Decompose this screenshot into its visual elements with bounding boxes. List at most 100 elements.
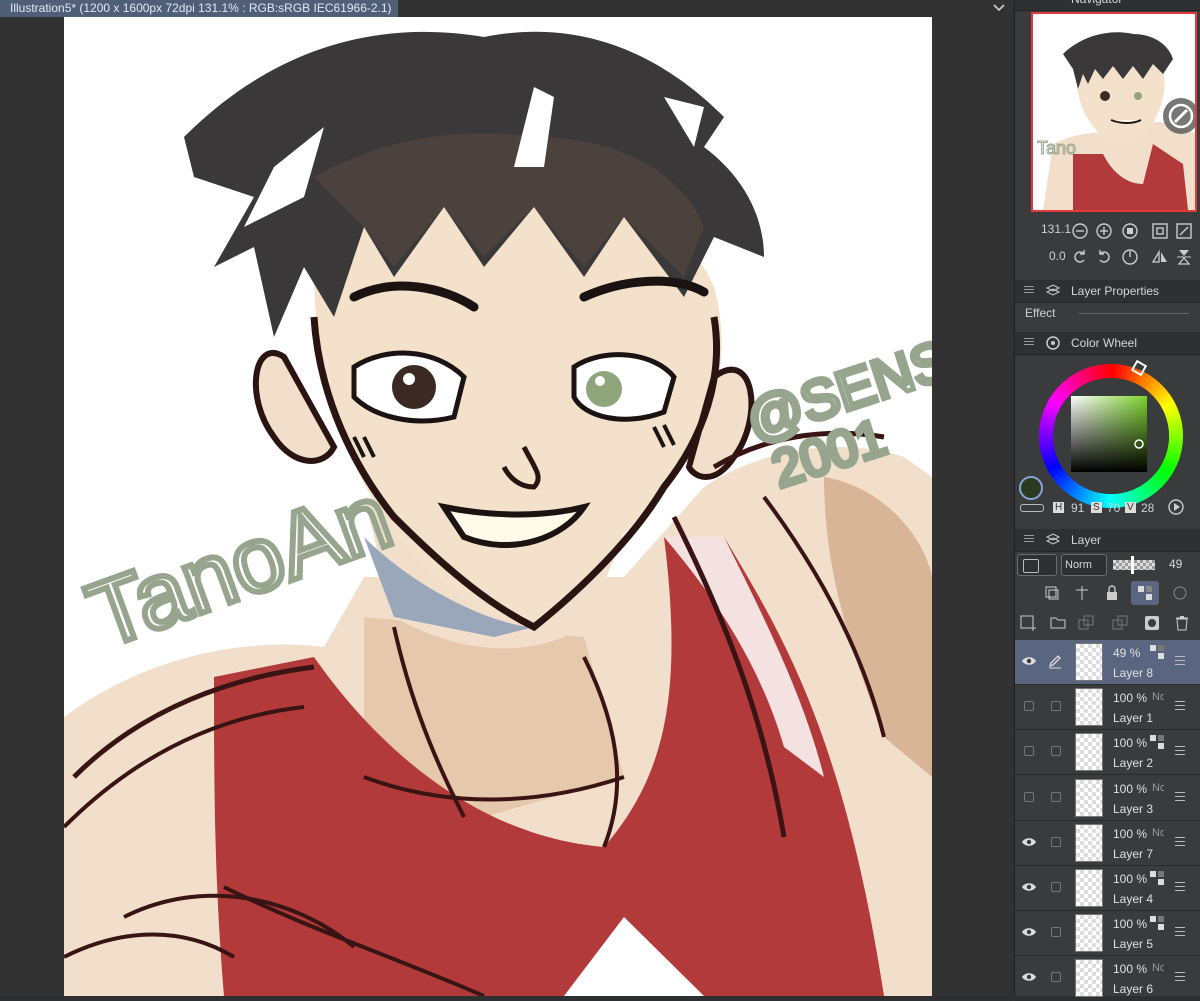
zoom-out-icon[interactable] <box>1071 222 1089 240</box>
layer-name[interactable]: Layer 2 <box>1113 756 1153 770</box>
palette-menu-icon[interactable] <box>1024 535 1034 543</box>
visibility-checkbox[interactable] <box>1024 746 1034 757</box>
lock-checkbox[interactable] <box>1051 791 1061 802</box>
swap-colors-icon[interactable] <box>1020 504 1044 512</box>
color-wheel-header[interactable]: Color Wheel <box>1015 332 1200 355</box>
layer-name[interactable]: Layer 3 <box>1113 802 1153 816</box>
flip-vertical-icon[interactable] <box>1175 248 1193 266</box>
editing-pen-icon[interactable] <box>1047 653 1063 669</box>
lock-checkbox[interactable] <box>1051 701 1061 712</box>
layer-name[interactable]: Layer 7 <box>1113 847 1153 861</box>
layer-thumbnail[interactable] <box>1075 959 1103 998</box>
layer-properties-header[interactable]: Layer Properties <box>1015 280 1200 303</box>
new-raster-layer-icon[interactable] <box>1019 614 1037 632</box>
illustration-canvas[interactable]: TanoAn @SENSE 2001 <box>64 17 932 996</box>
layer-row[interactable]: 100 % Layer 5 <box>1015 911 1200 957</box>
visibility-eye-icon[interactable] <box>1021 836 1037 848</box>
hue-ring[interactable] <box>1035 359 1187 512</box>
delete-layer-icon[interactable] <box>1173 614 1191 632</box>
zoom-value[interactable]: 131.1 <box>1041 222 1071 236</box>
color-wheel[interactable] <box>1035 359 1187 512</box>
layer-name[interactable]: Layer 6 <box>1113 982 1153 996</box>
layer-thumbnail[interactable] <box>1075 823 1103 862</box>
layer-row[interactable]: 100 % Layer 4 <box>1015 866 1200 911</box>
visibility-eye-icon[interactable] <box>1021 881 1037 893</box>
layer-row[interactable]: 100 % No Layer 1 <box>1015 685 1200 731</box>
chevron-down-icon[interactable] <box>991 0 1007 16</box>
layer-row[interactable]: 49 % Layer 8 <box>1015 640 1200 685</box>
lock-icon[interactable] <box>1103 584 1121 602</box>
v-value[interactable]: 28 <box>1141 501 1154 515</box>
layer-name[interactable]: Layer 4 <box>1113 892 1153 906</box>
layer-row[interactable]: 100 % Layer 2 <box>1015 730 1200 776</box>
reset-rotation-icon[interactable] <box>1121 248 1139 266</box>
layer-name[interactable]: Layer 1 <box>1113 711 1153 725</box>
hue-segment[interactable] <box>1168 432 1183 437</box>
opacity-slider-handle[interactable] <box>1131 556 1134 574</box>
layer-header[interactable]: Layer <box>1015 529 1200 552</box>
layer-drag-handle-icon[interactable] <box>1175 836 1185 847</box>
new-folder-icon[interactable] <box>1049 614 1067 632</box>
layer-row[interactable]: 100 % No Layer 6 <box>1015 956 1200 1001</box>
layer-drag-handle-icon[interactable] <box>1175 927 1185 937</box>
rotate-left-icon[interactable] <box>1071 248 1089 266</box>
layer-thumbnail[interactable] <box>1075 778 1103 817</box>
reference-layer-icon[interactable] <box>1073 584 1091 602</box>
fit-to-screen-icon[interactable] <box>1151 222 1169 240</box>
s-value[interactable]: 70 <box>1107 501 1120 515</box>
layer-drag-handle-icon[interactable] <box>1175 746 1185 756</box>
visibility-eye-icon[interactable] <box>1021 655 1037 667</box>
layer-drag-handle-icon[interactable] <box>1175 972 1185 982</box>
layer-drag-handle-icon[interactable] <box>1175 882 1185 892</box>
navigator-preview[interactable]: Tano <box>1031 12 1197 212</box>
layer-thumbnail[interactable] <box>1075 869 1103 907</box>
layer-thumbnail[interactable] <box>1075 733 1103 772</box>
lock-checkbox[interactable] <box>1051 836 1061 847</box>
visibility-eye-icon[interactable] <box>1021 971 1037 983</box>
palette-menu-icon[interactable] <box>1024 286 1034 294</box>
layer-drag-handle-icon[interactable] <box>1175 656 1185 666</box>
actual-size-icon[interactable] <box>1121 222 1139 240</box>
flip-horizontal-icon[interactable] <box>1151 248 1169 266</box>
zoom-in-icon[interactable] <box>1095 222 1113 240</box>
layer-drag-handle-icon[interactable] <box>1175 791 1185 802</box>
blend-mode-select[interactable]: Norm <box>1061 554 1107 576</box>
current-color-swatch[interactable] <box>1019 476 1043 500</box>
layer-thumbnail[interactable] <box>1075 643 1103 681</box>
layer-drag-handle-icon[interactable] <box>1175 701 1185 711</box>
color-mode-toggle-icon[interactable] <box>1167 498 1185 516</box>
mask-layer-icon[interactable] <box>1171 584 1189 602</box>
h-value[interactable]: 91 <box>1071 501 1084 515</box>
fit-to-navigator-icon[interactable] <box>1175 222 1193 240</box>
merge-down-icon[interactable] <box>1077 614 1095 632</box>
layer-type-select[interactable] <box>1017 554 1057 576</box>
create-mask-icon[interactable] <box>1143 614 1161 632</box>
lock-checkbox[interactable] <box>1051 927 1061 938</box>
rotate-right-icon[interactable] <box>1095 248 1113 266</box>
duplicate-layer-icon[interactable] <box>1111 614 1129 632</box>
visibility-checkbox[interactable] <box>1024 701 1034 712</box>
document-tab[interactable]: Illustration5* (1200 x 1600px 72dpi 131.… <box>0 0 398 17</box>
layer-thumbnail[interactable] <box>1075 914 1103 953</box>
rotation-value[interactable]: 0.0 <box>1049 249 1066 263</box>
opacity-value[interactable]: 49 <box>1169 557 1182 571</box>
rotate-handle-icon[interactable] <box>1161 96 1197 136</box>
lock-transparency-button[interactable] <box>1131 581 1159 605</box>
visibility-checkbox[interactable] <box>1024 791 1034 802</box>
visibility-eye-icon[interactable] <box>1021 926 1037 938</box>
canvas-area[interactable]: Illustration5* (1200 x 1600px 72dpi 131.… <box>0 0 1013 996</box>
layer-thumbnail[interactable] <box>1075 688 1103 727</box>
lock-checkbox[interactable] <box>1051 972 1061 983</box>
hue-segment[interactable] <box>1039 435 1054 440</box>
layer-name[interactable]: Layer 8 <box>1113 666 1153 680</box>
hue-segment[interactable] <box>1107 364 1112 379</box>
navigator-header[interactable]: Navigator <box>1015 0 1200 11</box>
clipping-icon[interactable] <box>1043 584 1061 602</box>
opacity-slider[interactable] <box>1113 556 1155 574</box>
layer-row[interactable]: 100 % No Layer 7 <box>1015 821 1200 866</box>
palette-menu-icon[interactable] <box>1024 338 1034 346</box>
layer-name[interactable]: Layer 5 <box>1113 937 1153 951</box>
lock-checkbox[interactable] <box>1051 746 1061 757</box>
layer-row[interactable]: 100 % No Layer 3 <box>1015 776 1200 821</box>
lock-checkbox[interactable] <box>1051 882 1061 892</box>
